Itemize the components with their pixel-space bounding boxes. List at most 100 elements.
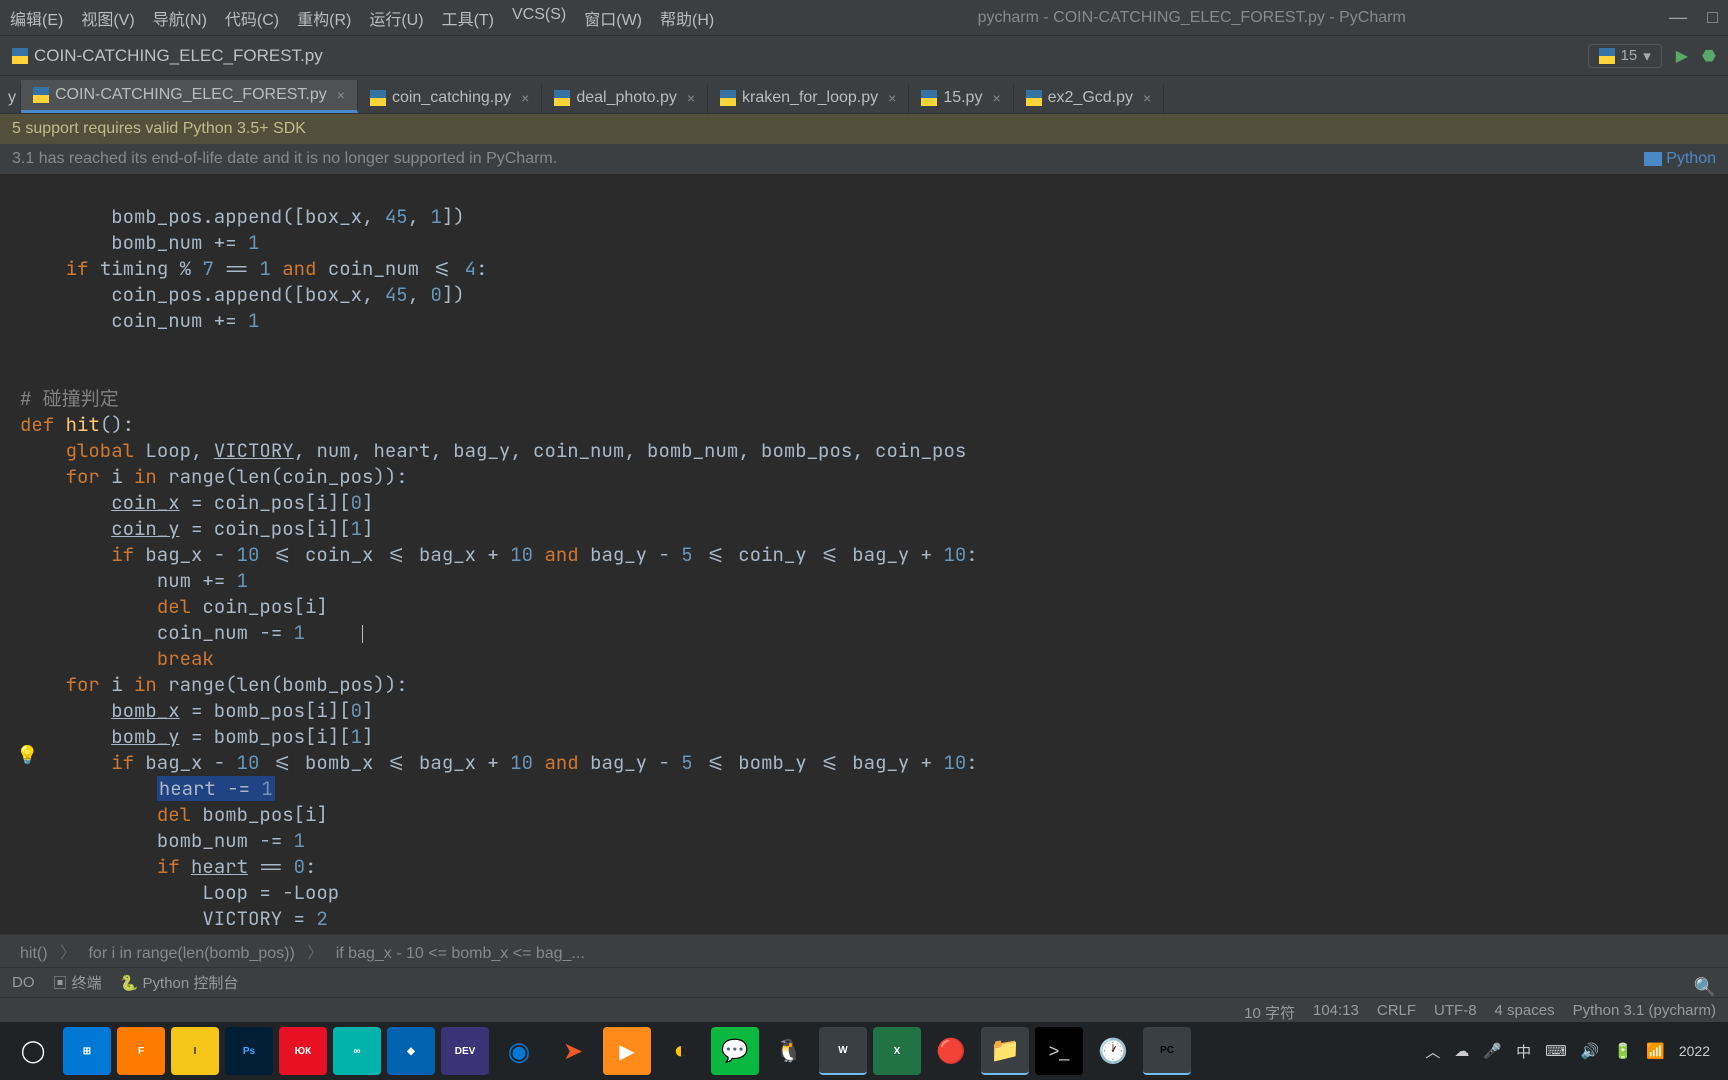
tray-keyboard-icon[interactable]: ⌨ bbox=[1545, 1042, 1567, 1060]
tray-ime-icon[interactable]: 中 bbox=[1516, 1041, 1531, 1062]
menu-navigate[interactable]: 导航(N) bbox=[153, 6, 207, 30]
tab-coin-catching-elec[interactable]: COIN-CATCHING_ELEC_FOREST.py × bbox=[21, 80, 358, 113]
taskbar-app-icon[interactable]: ◆ bbox=[387, 1027, 435, 1075]
taskbar-chrome-icon[interactable]: 🔴 bbox=[927, 1027, 975, 1075]
status-position[interactable]: 104:13 bbox=[1313, 1002, 1359, 1023]
close-icon[interactable]: × bbox=[888, 90, 896, 106]
close-icon[interactable]: × bbox=[337, 87, 345, 103]
highlighted-line: heart -= 1 bbox=[157, 776, 275, 801]
taskbar-edge-icon[interactable]: ◉ bbox=[495, 1027, 543, 1075]
taskbar-qq-icon[interactable]: 🐧 bbox=[765, 1027, 813, 1075]
toolbar-right: 15 ▾ ▶ ⬣ bbox=[1588, 44, 1717, 68]
breadcrumb-item[interactable]: hit() bbox=[20, 945, 48, 962]
taskbar-app-icon[interactable]: ➤ bbox=[549, 1027, 597, 1075]
close-icon[interactable]: × bbox=[521, 90, 529, 106]
menu-bar: 编辑(E) 视图(V) 导航(N) 代码(C) 重构(R) 运行(U) 工具(T… bbox=[10, 6, 714, 30]
tray-chevron-icon[interactable]: ︿ bbox=[1425, 1041, 1440, 1062]
tab-label: 15.py bbox=[943, 89, 982, 107]
close-icon[interactable]: × bbox=[687, 90, 695, 106]
tray-volume-icon[interactable]: 🔊 bbox=[1581, 1042, 1600, 1060]
menu-view[interactable]: 视图(V) bbox=[81, 6, 134, 30]
python-console-tool[interactable]: 🐍 Python 控制台 bbox=[120, 972, 239, 993]
tab-label: coin_catching.py bbox=[392, 89, 511, 107]
taskbar-word-icon[interactable]: W bbox=[819, 1027, 867, 1075]
run-config-selector[interactable]: 15 ▾ bbox=[1588, 44, 1662, 68]
menu-help[interactable]: 帮助(H) bbox=[660, 6, 714, 30]
python-link-icon bbox=[1644, 152, 1662, 166]
start-button[interactable]: ◯ bbox=[9, 1027, 57, 1075]
window-title: pycharm - COIN-CATCHING_ELEC_FOREST.py -… bbox=[714, 9, 1669, 27]
python-link[interactable]: Python bbox=[1644, 150, 1716, 168]
menu-refactor[interactable]: 重构(R) bbox=[297, 6, 351, 30]
menu-window[interactable]: 窗口(W) bbox=[584, 6, 642, 30]
menu-code[interactable]: 代码(C) bbox=[225, 6, 279, 30]
taskbar-excel-icon[interactable]: X bbox=[873, 1027, 921, 1075]
tray-wifi-icon[interactable]: 📶 bbox=[1646, 1042, 1665, 1060]
taskbar-pycharm-icon[interactable]: PC bbox=[1143, 1027, 1191, 1075]
chevron-down-icon: ▾ bbox=[1643, 47, 1651, 65]
tray-battery-icon[interactable]: 🔋 bbox=[1613, 1042, 1632, 1060]
status-encoding[interactable]: UTF-8 bbox=[1434, 1002, 1477, 1023]
todo-tool[interactable]: DO bbox=[12, 974, 35, 991]
taskbar-app-icon[interactable]: ◐ bbox=[657, 1027, 705, 1075]
status-line-ending[interactable]: CRLF bbox=[1377, 1002, 1416, 1023]
tab-hidden[interactable]: y bbox=[4, 83, 21, 113]
python-file-icon bbox=[370, 90, 386, 106]
status-interpreter[interactable]: Python 3.1 (pycharm) bbox=[1573, 1002, 1716, 1023]
status-indent[interactable]: 4 spaces bbox=[1495, 1002, 1555, 1023]
tab-label: ex2_Gcd.py bbox=[1048, 89, 1133, 107]
navigation-bar: COIN-CATCHING_ELEC_FOREST.py 15 ▾ ▶ ⬣ bbox=[0, 36, 1728, 76]
current-file-label[interactable]: COIN-CATCHING_ELEC_FOREST.py bbox=[12, 46, 323, 66]
menu-run[interactable]: 运行(U) bbox=[369, 6, 423, 30]
menu-vcs[interactable]: VCS(S) bbox=[512, 6, 566, 30]
editor-tabs: y COIN-CATCHING_ELEC_FOREST.py × coin_ca… bbox=[0, 76, 1728, 114]
taskbar-dev-icon[interactable]: DEV bbox=[441, 1027, 489, 1075]
close-icon[interactable]: × bbox=[992, 90, 1000, 106]
taskbar-app-icon[interactable]: ⊞ bbox=[63, 1027, 111, 1075]
debug-button[interactable]: ⬣ bbox=[1702, 46, 1716, 66]
tab-coin-catching[interactable]: coin_catching.py × bbox=[358, 83, 542, 113]
terminal-tool[interactable]: ▣ 终端 bbox=[53, 972, 102, 993]
run-button[interactable]: ▶ bbox=[1676, 46, 1688, 66]
tool-window-bar: DO ▣ 终端 🐍 Python 控制台 bbox=[0, 967, 1728, 997]
python-file-icon bbox=[1026, 90, 1042, 106]
search-icon[interactable]: 🔍 bbox=[1694, 977, 1716, 998]
window-controls: — □ bbox=[1669, 7, 1718, 28]
tray-onedrive-icon[interactable]: ☁ bbox=[1454, 1042, 1469, 1060]
run-config-label: 15 bbox=[1621, 47, 1638, 64]
python-file-icon bbox=[554, 90, 570, 106]
minimize-icon[interactable]: — bbox=[1669, 7, 1687, 28]
code-editor[interactable]: 💡 bomb_pos.append([box_x, 45, 1]) bomb_n… bbox=[0, 174, 1728, 934]
menu-edit[interactable]: 编辑(E) bbox=[10, 6, 63, 30]
python-icon bbox=[1599, 48, 1615, 64]
tray-clock[interactable]: 2022 bbox=[1679, 1043, 1710, 1059]
taskbar-app-icon[interactable]: I bbox=[171, 1027, 219, 1075]
maximize-icon[interactable]: □ bbox=[1707, 7, 1718, 28]
taskbar-app-icon[interactable]: F bbox=[117, 1027, 165, 1075]
status-chars: 10 字符 bbox=[1244, 1002, 1295, 1023]
taskbar-wechat-icon[interactable]: 💬 bbox=[711, 1027, 759, 1075]
intention-bulb-icon[interactable]: 💡 bbox=[16, 743, 38, 769]
tray-mic-icon[interactable]: 🎤 bbox=[1483, 1042, 1502, 1060]
taskbar-media-icon[interactable]: ▶ bbox=[603, 1027, 651, 1075]
python-file-icon bbox=[921, 90, 937, 106]
tab-kraken[interactable]: kraken_for_loop.py × bbox=[708, 83, 909, 113]
menu-tools[interactable]: 工具(T) bbox=[442, 6, 494, 30]
taskbar-clock-icon[interactable]: 🕐 bbox=[1089, 1027, 1137, 1075]
close-icon[interactable]: × bbox=[1143, 90, 1151, 106]
sdk-warning-banner: 5 support requires valid Python 3.5+ SDK bbox=[0, 114, 1728, 144]
tab-15[interactable]: 15.py × bbox=[909, 83, 1013, 113]
tab-ex2-gcd[interactable]: ex2_Gcd.py × bbox=[1014, 83, 1165, 113]
tab-deal-photo[interactable]: deal_photo.py × bbox=[542, 83, 708, 113]
eol-warning-banner: 3.1 has reached its end-of-life date and… bbox=[0, 144, 1728, 174]
title-bar: 编辑(E) 视图(V) 导航(N) 代码(C) 重构(R) 运行(U) 工具(T… bbox=[0, 0, 1728, 36]
tab-label: deal_photo.py bbox=[576, 89, 677, 107]
breadcrumb-item[interactable]: for i in range(len(bomb_pos)) bbox=[88, 945, 294, 962]
taskbar-terminal-icon[interactable]: >_ bbox=[1035, 1027, 1083, 1075]
taskbar-photoshop-icon[interactable]: Ps bbox=[225, 1027, 273, 1075]
chevron-right-icon: 〉 bbox=[60, 945, 76, 962]
taskbar-app-icon[interactable]: ЮК bbox=[279, 1027, 327, 1075]
taskbar-arduino-icon[interactable]: ∞ bbox=[333, 1027, 381, 1075]
taskbar-explorer-icon[interactable]: 📁 bbox=[981, 1027, 1029, 1075]
breadcrumb-item[interactable]: if bag_x - 10 <= bomb_x <= bag_... bbox=[336, 945, 585, 962]
